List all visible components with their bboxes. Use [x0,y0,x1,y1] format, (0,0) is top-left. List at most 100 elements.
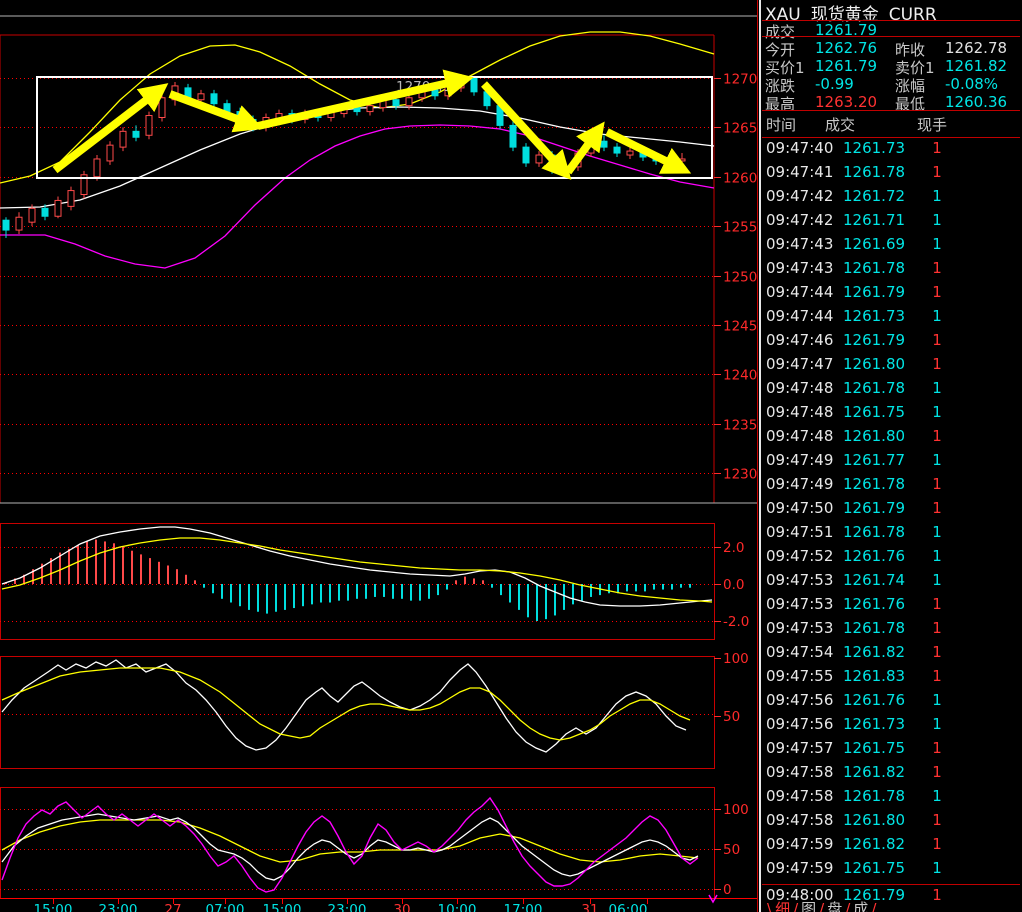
svg-text:0.0: 0.0 [723,577,744,593]
trade-price: 1261.73 [843,307,905,325]
trade-time: 09:47:59 [766,835,833,853]
quote-tabs: \细/图/盘/成/ [764,898,1020,912]
field-value: -0.08% [945,75,998,93]
trade-row[interactable]: 09:47:591261.751 [762,859,1020,883]
trade-time: 09:47:48 [766,379,833,397]
trade-row[interactable]: 09:47:571261.751 [762,739,1020,763]
trade-row[interactable]: 09:47:551261.831 [762,667,1020,691]
svg-text:-2.0: -2.0 [723,614,749,630]
trade-time: 09:47:57 [766,739,833,757]
trade-price: 1261.80 [843,355,905,373]
trade-row[interactable]: 09:47:561261.731 [762,715,1020,739]
trade-price: 1261.78 [843,619,905,637]
svg-text:17:00: 17:00 [504,902,543,912]
svg-text:15:00: 15:00 [34,902,73,912]
trade-row[interactable]: 09:47:461261.791 [762,331,1020,355]
trade-row[interactable]: 09:47:581261.821 [762,763,1020,787]
trade-row[interactable]: 09:47:491261.781 [762,475,1020,499]
svg-text:10:00: 10:00 [438,902,477,912]
trade-row[interactable]: 09:47:581261.801 [762,811,1020,835]
trade-row[interactable]: 09:47:441261.731 [762,307,1020,331]
trade-row[interactable]: 09:47:59 1261.82 1 [762,835,1020,859]
trade-row[interactable]: 09:47:481261.751 [762,403,1020,427]
tab-4[interactable]: 成 [853,900,868,912]
trade-time: 09:47:53 [766,619,833,637]
trade-row[interactable]: 09:47:501261.791 [762,499,1020,523]
tab-3[interactable]: 盘 [827,900,842,912]
field-value: 1261.79 [815,57,877,75]
svg-text:07:00: 07:00 [206,902,245,912]
trade-time: 09:47:52 [766,547,833,565]
trade-price: 1261.79 [843,331,905,349]
trade-row[interactable]: 09:47:491261.771 [762,451,1020,475]
trade-time: 09:47:58 [766,787,833,805]
svg-text:1235.0: 1235.0 [723,418,758,434]
chart-area[interactable]: 1270.01265.01260.01255.01250.01245.01240… [0,0,758,912]
trade-lots: 1 [912,763,962,781]
svg-text:1270.0: 1270.0 [723,72,758,88]
svg-text:30: 30 [393,902,410,912]
trade-row[interactable]: 09:47:531261.781 [762,619,1020,643]
trade-row[interactable]: 09:47:421261.711 [762,211,1020,235]
trade-lots: 1 [912,187,962,205]
trade-row[interactable]: 09:47:481261.801 [762,427,1020,451]
trade-row[interactable]: 09:47:561261.761 [762,691,1020,715]
trade-price: 1261.82 [843,835,905,853]
tab-separator: / [871,900,876,912]
trade-lots: 1 [912,571,962,589]
trade-price: 1261.78 [843,523,905,541]
trade-row[interactable]: 09:47:431261.781 [762,259,1020,283]
trade-lots: 1 [912,595,962,613]
trade-time: 09:47:59 [766,859,833,877]
trading-app: { "colors":{"up":"#ff4a4a","down":"#00de… [0,0,1022,912]
trade-price: 1261.82 [843,643,905,661]
svg-text:1230.0: 1230.0 [723,467,758,483]
trade-lots: 1 [912,835,962,853]
trade-lots: 1 [912,667,962,685]
trade-row[interactable]: 09:47:581261.781 [762,787,1020,811]
trade-time: 09:47:41 [766,163,833,181]
svg-text:1245.0: 1245.0 [723,319,758,335]
trade-lots: 1 [912,811,962,829]
trade-time: 09:47:42 [766,187,833,205]
trade-row[interactable]: 09:47:511261.781 [762,523,1020,547]
trade-row[interactable]: 09:47:531261.741 [762,571,1020,595]
trade-lots: 1 [912,499,962,517]
trade-row[interactable]: 09:47:411261.781 [762,163,1020,187]
panel-divider-white[interactable] [759,0,761,912]
tab-2[interactable]: 图 [801,900,816,912]
trade-row[interactable]: 09:47:441261.791 [762,283,1020,307]
svg-text:2.0: 2.0 [723,540,744,556]
separator [762,137,1020,138]
tab-separator: / [819,900,824,912]
trade-time: 09:47:44 [766,307,833,325]
trade-lots: 1 [912,379,962,397]
trade-row[interactable]: 09:47:481261.781 [762,379,1020,403]
svg-text:06:00: 06:00 [609,902,648,912]
trade-time: 09:47:42 [766,211,833,229]
trade-price: 1261.73 [843,139,905,157]
svg-text:27: 27 [164,902,181,912]
trade-lots: 1 [912,211,962,229]
svg-text:50: 50 [723,709,740,725]
trade-row[interactable]: 09:47:401261.731 [762,139,1020,163]
trade-row[interactable]: 09:47:531261.761 [762,595,1020,619]
trade-row[interactable]: 09:47:431261.691 [762,235,1020,259]
col-lots: 现手 [917,114,947,135]
trade-price: 1261.75 [843,859,905,877]
trade-row[interactable]: 09:47:541261.821 [762,643,1020,667]
trade-price: 1261.79 [843,283,905,301]
trade-row[interactable]: 09:47:421261.721 [762,187,1020,211]
trade-price: 1261.69 [843,235,905,253]
field-value: 1263.20 [815,93,877,111]
tab-1[interactable]: 细 [775,900,790,912]
svg-text:100: 100 [723,802,749,818]
trade-lots: 1 [912,235,962,253]
trade-row[interactable]: 09:47:471261.801 [762,355,1020,379]
svg-text:15:00: 15:00 [263,902,302,912]
field-value: 1262.76 [815,39,877,57]
svg-text:23:00: 23:00 [328,902,367,912]
trade-time: 09:47:54 [766,643,833,661]
trade-row[interactable]: 09:47:521261.761 [762,547,1020,571]
trade-price: 1261.78 [843,259,905,277]
